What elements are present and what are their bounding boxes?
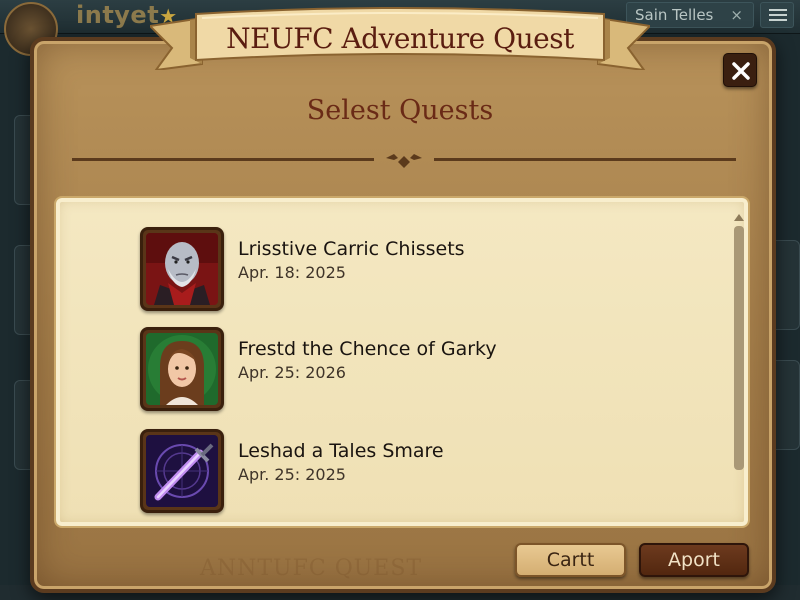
quest-name: Frestd the Chence of Garky	[238, 338, 497, 360]
modal-watermark: ANNTUFC QUEST	[200, 556, 423, 581]
old-warrior-portrait-icon	[146, 233, 218, 305]
menu-line	[769, 19, 787, 21]
quest-name: Lrisstive Carric Chissets	[238, 238, 465, 260]
divider-line	[434, 158, 736, 161]
quest-date: Apr. 25: 2025	[238, 465, 346, 484]
scroll-up-arrow-icon[interactable]	[734, 214, 744, 221]
scroll-thumb[interactable]	[734, 226, 744, 470]
young-woman-portrait-icon	[146, 333, 218, 405]
quest-date: Apr. 18: 2025	[238, 263, 346, 282]
ornament-divider	[72, 148, 736, 172]
quest-portrait	[140, 429, 224, 513]
hamburger-menu-button[interactable]	[760, 2, 794, 28]
quest-date: Apr. 25: 2026	[238, 363, 346, 382]
divider-line	[72, 158, 374, 161]
close-icon	[732, 62, 750, 80]
menu-line	[769, 14, 787, 16]
quest-portrait	[140, 227, 224, 311]
quest-item[interactable]: Frestd the Chence of Garky Apr. 25: 2026	[140, 327, 700, 411]
quest-list-scrollbar[interactable]	[733, 214, 745, 514]
quest-item[interactable]: Lrisstive Carric Chissets Apr. 18: 2025	[140, 227, 700, 311]
close-icon[interactable]: ×	[730, 3, 743, 27]
close-button[interactable]	[723, 53, 757, 87]
game-logo-text: intyet	[76, 1, 160, 29]
quest-portrait	[140, 327, 224, 411]
section-heading: Selest Quests	[306, 95, 494, 126]
cart-button[interactable]: Cartt	[515, 543, 626, 577]
ornament-icon	[386, 154, 422, 168]
menu-line	[769, 9, 787, 11]
magic-sword-portrait-icon	[146, 435, 218, 507]
quest-item[interactable]: Leshad a Tales Smare Apr. 25: 2025	[140, 429, 700, 513]
quest-name: Leshad a Tales Smare	[238, 440, 444, 462]
title-ribbon: NEUFC Adventure Quest	[150, 4, 650, 70]
apply-button[interactable]: Aport	[639, 543, 749, 577]
modal-title: NEUFC Adventure Quest	[226, 22, 574, 55]
